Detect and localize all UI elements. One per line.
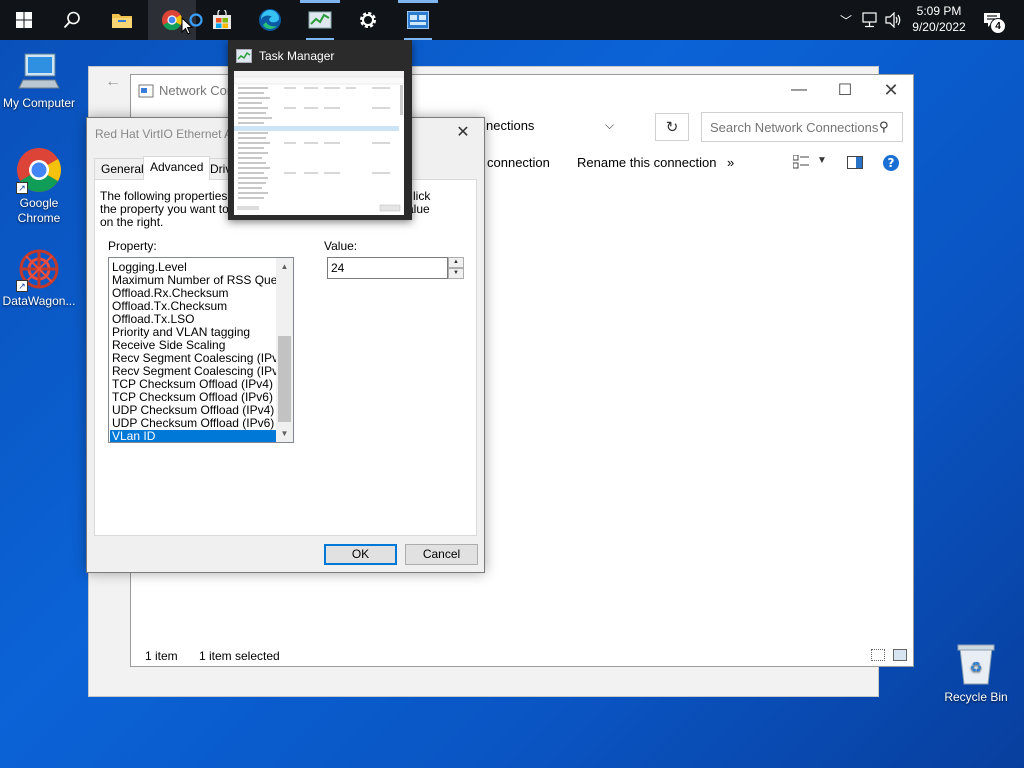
chevron-up-icon: ﹀ [839, 13, 852, 28]
list-item-selected[interactable]: VLan ID [110, 430, 276, 442]
desktop-icon-recycle-bin[interactable]: ♻ Recycle Bin [940, 642, 1012, 704]
network-window-icon [407, 11, 429, 29]
search-input[interactable] [701, 112, 903, 142]
desktop-icon-my-computer[interactable]: My Computer [0, 50, 78, 111]
recycle-bin-icon: ♻ [957, 644, 995, 685]
computer-icon [18, 53, 60, 89]
value-label: Value: [324, 239, 358, 253]
desktop-icon-datawagon[interactable]: ↗ DataWagon... [0, 246, 78, 309]
connection-command[interactable]: connection [487, 155, 550, 170]
desktop-icon-label: Recycle Bin [944, 690, 1008, 704]
scroll-up-arrow-icon[interactable]: ▲ [276, 258, 293, 275]
svg-text:?: ? [888, 156, 895, 170]
scroll-down-arrow-icon[interactable]: ▼ [276, 425, 293, 442]
large-icons-view-icon[interactable] [893, 649, 907, 661]
desktop-icon-label: My Computer [2, 96, 76, 110]
list-item[interactable]: Recv Segment Coalescing (IPv4) [110, 352, 276, 365]
taskbar: ﹀ 5:09 PM 9/20/2022 4 [0, 0, 1024, 40]
start-button[interactable] [0, 0, 48, 40]
list-item[interactable]: Offload.Tx.LSO [110, 313, 276, 326]
refresh-button[interactable]: ↻ [655, 113, 689, 141]
value-input[interactable] [327, 257, 448, 279]
svg-text:♻: ♻ [970, 660, 983, 676]
windows-logo-icon [16, 12, 32, 28]
list-item[interactable]: Maximum Number of RSS Queues [110, 274, 276, 287]
list-item[interactable]: Priority and VLAN tagging [110, 326, 276, 339]
desktop-icon-label: DataWagon... [2, 294, 76, 308]
spin-up-button[interactable]: ▲ [448, 257, 464, 268]
minimize-button[interactable]: — [776, 75, 822, 105]
store-icon [213, 10, 231, 29]
settings-button[interactable] [344, 0, 392, 40]
ok-button[interactable]: OK [324, 544, 397, 565]
shortcut-arrow-icon: ↗ [16, 280, 28, 292]
network-folder-icon [138, 84, 154, 98]
list-item[interactable]: Receive Side Scaling [110, 339, 276, 352]
clock-date: 9/20/2022 [912, 20, 966, 34]
property-listbox[interactable]: Logging.Level Maximum Number of RSS Queu… [108, 257, 294, 443]
task-manager-taskbar-button[interactable] [296, 0, 344, 40]
view-options-icon[interactable] [793, 155, 809, 169]
list-item[interactable]: Offload.Rx.Checksum [110, 287, 276, 300]
status-item-count: 1 item [145, 649, 178, 663]
network-connections-taskbar-button[interactable] [394, 0, 442, 40]
status-selected-count: 1 item selected [199, 649, 280, 663]
dialog-close-button[interactable]: ✕ [448, 122, 478, 144]
desktop-icon-label: Google Chrome [17, 196, 61, 225]
clock-time: 5:09 PM [916, 4, 962, 18]
task-manager-preview [234, 71, 404, 215]
list-item[interactable]: Recv Segment Coalescing (IPv6) [110, 365, 276, 378]
list-item[interactable]: Offload.Tx.Checksum [110, 300, 276, 313]
dialog-title: Red Hat VirtIO Ethernet A [95, 127, 233, 141]
spin-down-button[interactable]: ▼ [448, 268, 464, 279]
edge-icon [259, 9, 281, 31]
help-icon[interactable]: ? [882, 154, 900, 172]
store-button[interactable] [198, 0, 246, 40]
chevron-down-icon[interactable]: ▼ [817, 155, 827, 166]
scrollbar-thumb[interactable] [278, 336, 291, 422]
volume-tray-button[interactable] [884, 0, 904, 40]
list-item[interactable]: TCP Checksum Offload (IPv6) [110, 391, 276, 404]
folder-icon [112, 14, 132, 28]
show-hidden-icons-button[interactable]: ﹀ [836, 0, 856, 40]
cancel-button[interactable]: Cancel [405, 544, 478, 565]
network-icon [862, 12, 877, 28]
thumbnail-title: Task Manager [259, 49, 335, 63]
listbox-scrollbar[interactable]: ▲ ▼ [276, 258, 293, 442]
task-manager-icon [236, 49, 252, 63]
tab-advanced[interactable]: Advanced [143, 156, 211, 180]
task-manager-icon [308, 11, 332, 29]
list-item[interactable]: UDP Checksum Offload (IPv6) [110, 417, 276, 430]
rename-connection-command[interactable]: Rename this connection [577, 155, 716, 170]
preview-pane-icon[interactable] [847, 156, 863, 170]
file-explorer-button[interactable] [98, 0, 146, 40]
list-item[interactable]: Logging.Level [110, 261, 276, 274]
chevron-down-icon[interactable]: ⌵ [605, 118, 614, 133]
maximize-button[interactable]: ☐ [822, 75, 868, 105]
search-icon: ⚲ [879, 119, 889, 134]
gear-icon [360, 12, 376, 28]
list-item[interactable]: TCP Checksum Offload (IPv4) [110, 378, 276, 391]
window-title: Network Con [159, 83, 235, 98]
edge-button[interactable] [246, 0, 294, 40]
shortcut-arrow-icon: ↗ [16, 182, 28, 194]
network-tray-button[interactable] [860, 0, 882, 40]
close-button[interactable]: ✕ [868, 75, 914, 105]
property-label: Property: [108, 239, 157, 253]
task-manager-thumbnail[interactable]: Task Manager [228, 40, 412, 220]
list-item[interactable]: UDP Checksum Offload (IPv4) [110, 404, 276, 417]
back-arrow-icon[interactable]: ← [105, 73, 121, 91]
task-manager-preview-image [234, 71, 404, 212]
taskbar-clock[interactable]: 5:09 PM 9/20/2022 [906, 3, 972, 35]
details-view-icon[interactable] [871, 649, 885, 661]
chrome-icon [162, 10, 183, 31]
notification-count-badge: 4 [990, 18, 1006, 34]
speaker-icon [885, 12, 901, 28]
search-icon [63, 11, 80, 29]
more-commands-button[interactable]: » [727, 155, 734, 170]
address-bar[interactable]: nections [486, 118, 534, 133]
desktop-icon-google-chrome[interactable]: ↗ Google Chrome [0, 146, 78, 226]
search-button[interactable] [48, 0, 96, 40]
